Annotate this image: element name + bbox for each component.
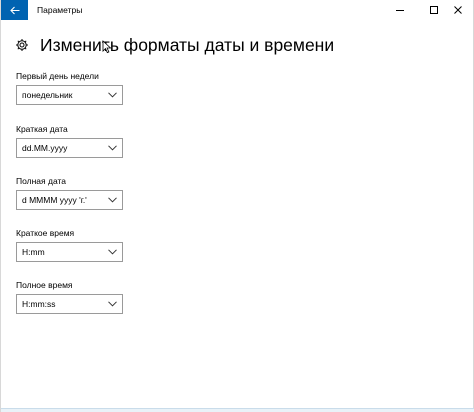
gear-icon: [16, 39, 28, 51]
first-day-of-week-dropdown[interactable]: понедельник: [16, 85, 123, 105]
short-date-dropdown[interactable]: dd.MM.yyyy: [16, 138, 123, 158]
mouse-cursor-icon: [102, 40, 112, 54]
minimize-button[interactable]: [383, 0, 417, 20]
maximize-icon: [430, 6, 438, 14]
window-title: Параметры: [37, 5, 83, 15]
taskbar-edge: [1, 408, 474, 412]
close-button[interactable]: [441, 0, 474, 20]
short-date-value: dd.MM.yyyy: [22, 143, 68, 153]
short-date-label: Краткая дата: [16, 124, 68, 134]
short-time-dropdown[interactable]: H:mm: [16, 242, 123, 262]
long-time-value: H:mm:ss: [22, 299, 56, 309]
short-time-value: H:mm: [22, 247, 45, 257]
chevron-down-icon: [108, 197, 117, 203]
long-date-label: Полная дата: [16, 176, 67, 186]
page-header: Изменить форматы даты и времени: [15, 33, 334, 57]
back-button[interactable]: [1, 0, 28, 20]
long-time-dropdown[interactable]: H:mm:ss: [16, 294, 123, 314]
first-day-of-week-value: понедельник: [22, 90, 73, 100]
settings-window: Параметры Изменить форматы даты и времен…: [0, 0, 474, 412]
short-time-label: Краткое время: [16, 228, 75, 238]
chevron-down-icon: [108, 92, 117, 98]
long-time-label: Полное время: [16, 280, 73, 290]
long-date-value: d MMMM yyyy 'г.': [22, 195, 87, 205]
arrow-left-icon: [9, 6, 19, 14]
title-bar: Параметры: [1, 0, 473, 20]
chevron-down-icon: [108, 145, 117, 151]
minimize-icon: [396, 10, 404, 11]
chevron-down-icon: [108, 249, 117, 255]
close-icon: [454, 6, 462, 14]
chevron-down-icon: [108, 301, 117, 307]
long-date-dropdown[interactable]: d MMMM yyyy 'г.': [16, 190, 123, 210]
first-day-of-week-label: Первый день недели: [16, 71, 99, 81]
page-title: Изменить форматы даты и времени: [40, 35, 335, 55]
